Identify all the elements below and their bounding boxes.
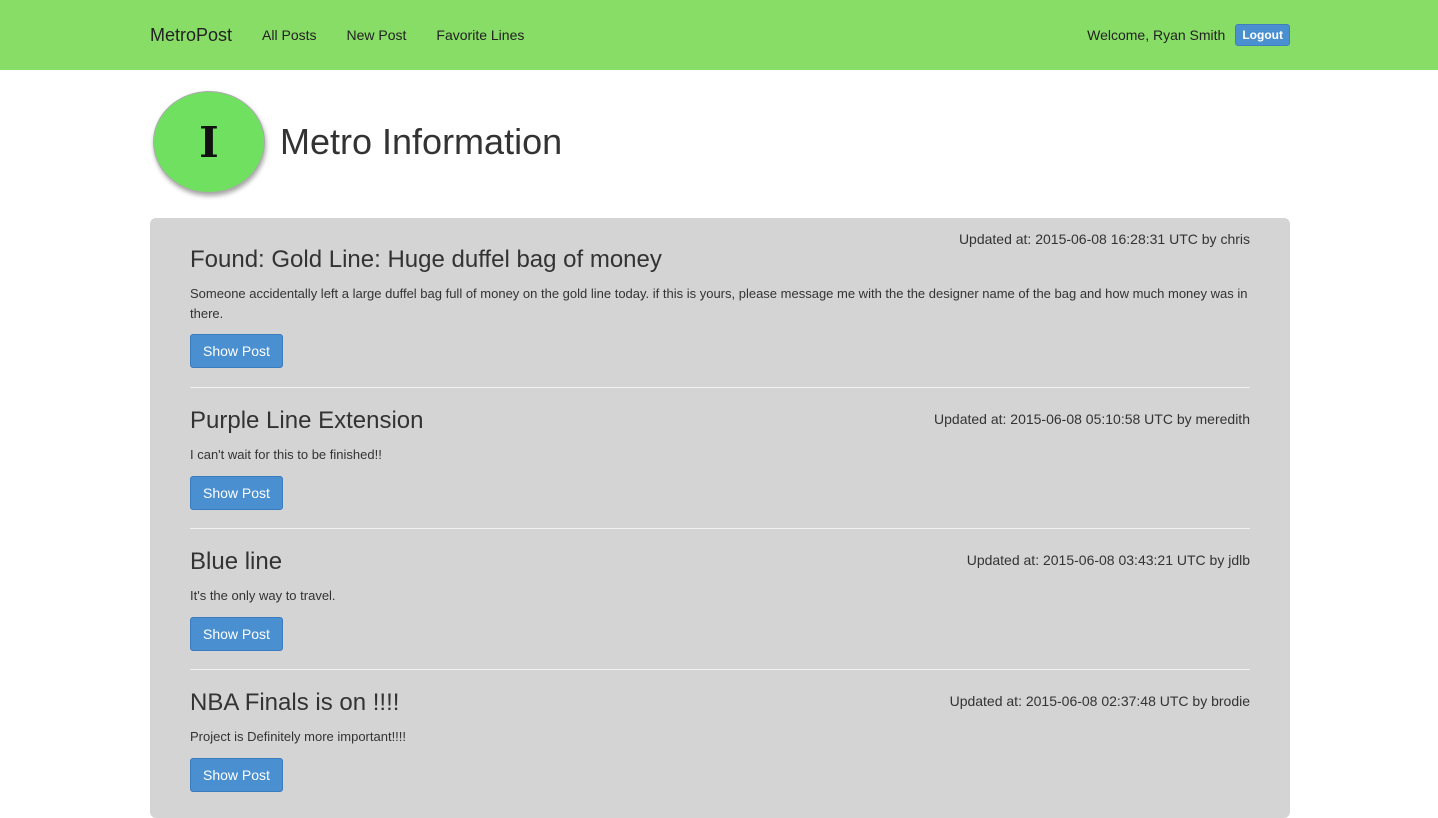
navbar: MetroPost All Posts New Post Favorite Li… <box>0 0 1438 70</box>
logo-badge: I <box>153 91 265 193</box>
post-body: Project is Definitely more important!!!! <box>190 729 407 744</box>
post-item: Updated at: 2015-06-08 03:43:21 UTC by j… <box>190 529 1250 670</box>
post-item: Updated at: 2015-06-08 02:37:48 UTC by b… <box>190 670 1250 811</box>
brand-link[interactable]: MetroPost <box>150 25 232 46</box>
show-post-button[interactable]: Show Post <box>190 476 283 510</box>
page-title: Metro Information <box>280 121 563 162</box>
nav-link-favorite-lines[interactable]: Favorite Lines <box>436 27 524 43</box>
logout-button[interactable]: Logout <box>1235 24 1290 46</box>
nav-link-new-post[interactable]: New Post <box>347 27 407 43</box>
welcome-text: Welcome, Ryan Smith <box>1087 27 1226 43</box>
show-post-button[interactable]: Show Post <box>190 334 283 368</box>
posts-panel: Updated at: 2015-06-08 16:28:31 UTC by c… <box>150 218 1290 818</box>
post-updated-meta: Updated at: 2015-06-08 02:37:48 UTC by b… <box>949 693 1250 709</box>
nav-link-all-posts[interactable]: All Posts <box>262 27 316 43</box>
post-body: Someone accidentally left a large duffel… <box>190 286 1248 321</box>
navbar-right: Welcome, Ryan Smith Logout <box>1087 24 1290 46</box>
post-title: Found: Gold Line: Huge duffel bag of mon… <box>190 246 662 273</box>
post-item: Updated at: 2015-06-08 16:28:31 UTC by c… <box>190 218 1250 388</box>
page-header: I Metro Information <box>153 91 562 193</box>
post-updated-meta: Updated at: 2015-06-08 05:10:58 UTC by m… <box>934 411 1250 427</box>
post-body: It's the only way to travel. <box>190 588 336 603</box>
post-item: Updated at: 2015-06-08 05:10:58 UTC by m… <box>190 388 1250 529</box>
post-body: I can't wait for this to be finished!! <box>190 447 382 462</box>
post-updated-meta: Updated at: 2015-06-08 03:43:21 UTC by j… <box>966 552 1250 568</box>
post-updated-meta: Updated at: 2015-06-08 16:28:31 UTC by c… <box>958 231 1250 247</box>
navbar-inner: MetroPost All Posts New Post Favorite Li… <box>150 0 1290 70</box>
show-post-button[interactable]: Show Post <box>190 758 283 792</box>
navbar-left: MetroPost All Posts New Post Favorite Li… <box>150 25 554 46</box>
show-post-button[interactable]: Show Post <box>190 617 283 651</box>
